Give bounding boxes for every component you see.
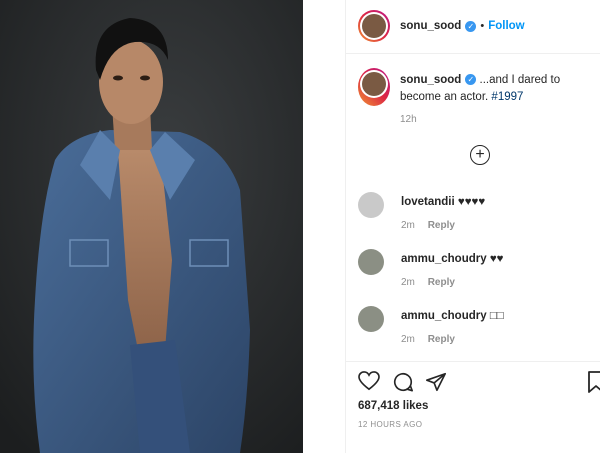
comment-text: ♥♥ (489, 253, 504, 265)
caption-text-block: sonu_sood ✓ ...and I dared to become an a… (400, 72, 594, 106)
comment-time: 2m (401, 220, 415, 231)
reply-button[interactable]: Reply (428, 220, 455, 231)
action-bar (358, 371, 600, 393)
post-sidebar: sonu_sood ✓ • Follow sonu_sood ✓ ...and I… (345, 0, 600, 453)
comment-item: ammu_choudry ♥♥ 2m Reply (358, 249, 600, 289)
reply-button[interactable]: Reply (428, 277, 455, 288)
commenter-avatar[interactable] (358, 306, 384, 332)
post-header: sonu_sood ✓ • Follow (358, 8, 600, 44)
plus-circle-icon[interactable]: + (470, 145, 490, 165)
comment-item: ammu_choudry □□ 2m Reply (358, 306, 600, 346)
comment-text: ♥♥♥♥ (457, 196, 486, 208)
comment-icon[interactable] (392, 371, 414, 396)
header-divider (346, 53, 600, 54)
actions-divider (346, 361, 600, 362)
header-separator: • (480, 20, 485, 32)
comment-username[interactable]: ammu_choudry (401, 253, 487, 265)
like-count[interactable]: 687,418 likes (358, 400, 428, 412)
comment-meta: 2m Reply (401, 220, 455, 231)
portrait-image (0, 0, 303, 453)
reply-button[interactable]: Reply (428, 334, 455, 345)
heart-icon[interactable] (358, 371, 380, 394)
caption-time[interactable]: 12h (400, 114, 417, 125)
instagram-post-view: sonu_sood ✓ • Follow sonu_sood ✓ ...and I… (0, 0, 600, 453)
caption-username[interactable]: sonu_sood (400, 74, 461, 86)
comment-line: ammu_choudry ♥♥ (401, 253, 504, 265)
comment-item: lovetandii ♥♥♥♥ 2m Reply (358, 192, 600, 232)
comment-text: □□ (489, 310, 504, 322)
comment-line: lovetandii ♥♥♥♥ (401, 196, 485, 208)
comment-line: ammu_choudry □□ (401, 310, 504, 322)
author-username[interactable]: sonu_sood (400, 20, 461, 32)
bookmark-icon[interactable] (587, 371, 600, 396)
follow-button[interactable]: Follow (488, 20, 524, 32)
verified-badge-icon: ✓ (465, 20, 477, 32)
comment-time: 2m (401, 277, 415, 288)
share-icon[interactable] (425, 371, 447, 396)
author-avatar[interactable] (358, 10, 390, 42)
comment-time: 2m (401, 334, 415, 345)
post-timestamp[interactable]: 12 HOURS AGO (358, 420, 422, 429)
comment-meta: 2m Reply (401, 334, 455, 345)
commenter-avatar[interactable] (358, 192, 384, 218)
caption-verified-badge-icon: ✓ (465, 74, 477, 86)
comment-username[interactable]: lovetandii (401, 196, 455, 208)
comment-username[interactable]: ammu_choudry (401, 310, 487, 322)
post-caption: sonu_sood ✓ ...and I dared to become an a… (358, 68, 594, 125)
caption-hashtag[interactable]: #1997 (491, 91, 523, 103)
commenter-avatar[interactable] (358, 249, 384, 275)
comment-meta: 2m Reply (401, 277, 455, 288)
post-photo[interactable] (0, 0, 303, 453)
caption-author-avatar[interactable] (358, 68, 390, 106)
